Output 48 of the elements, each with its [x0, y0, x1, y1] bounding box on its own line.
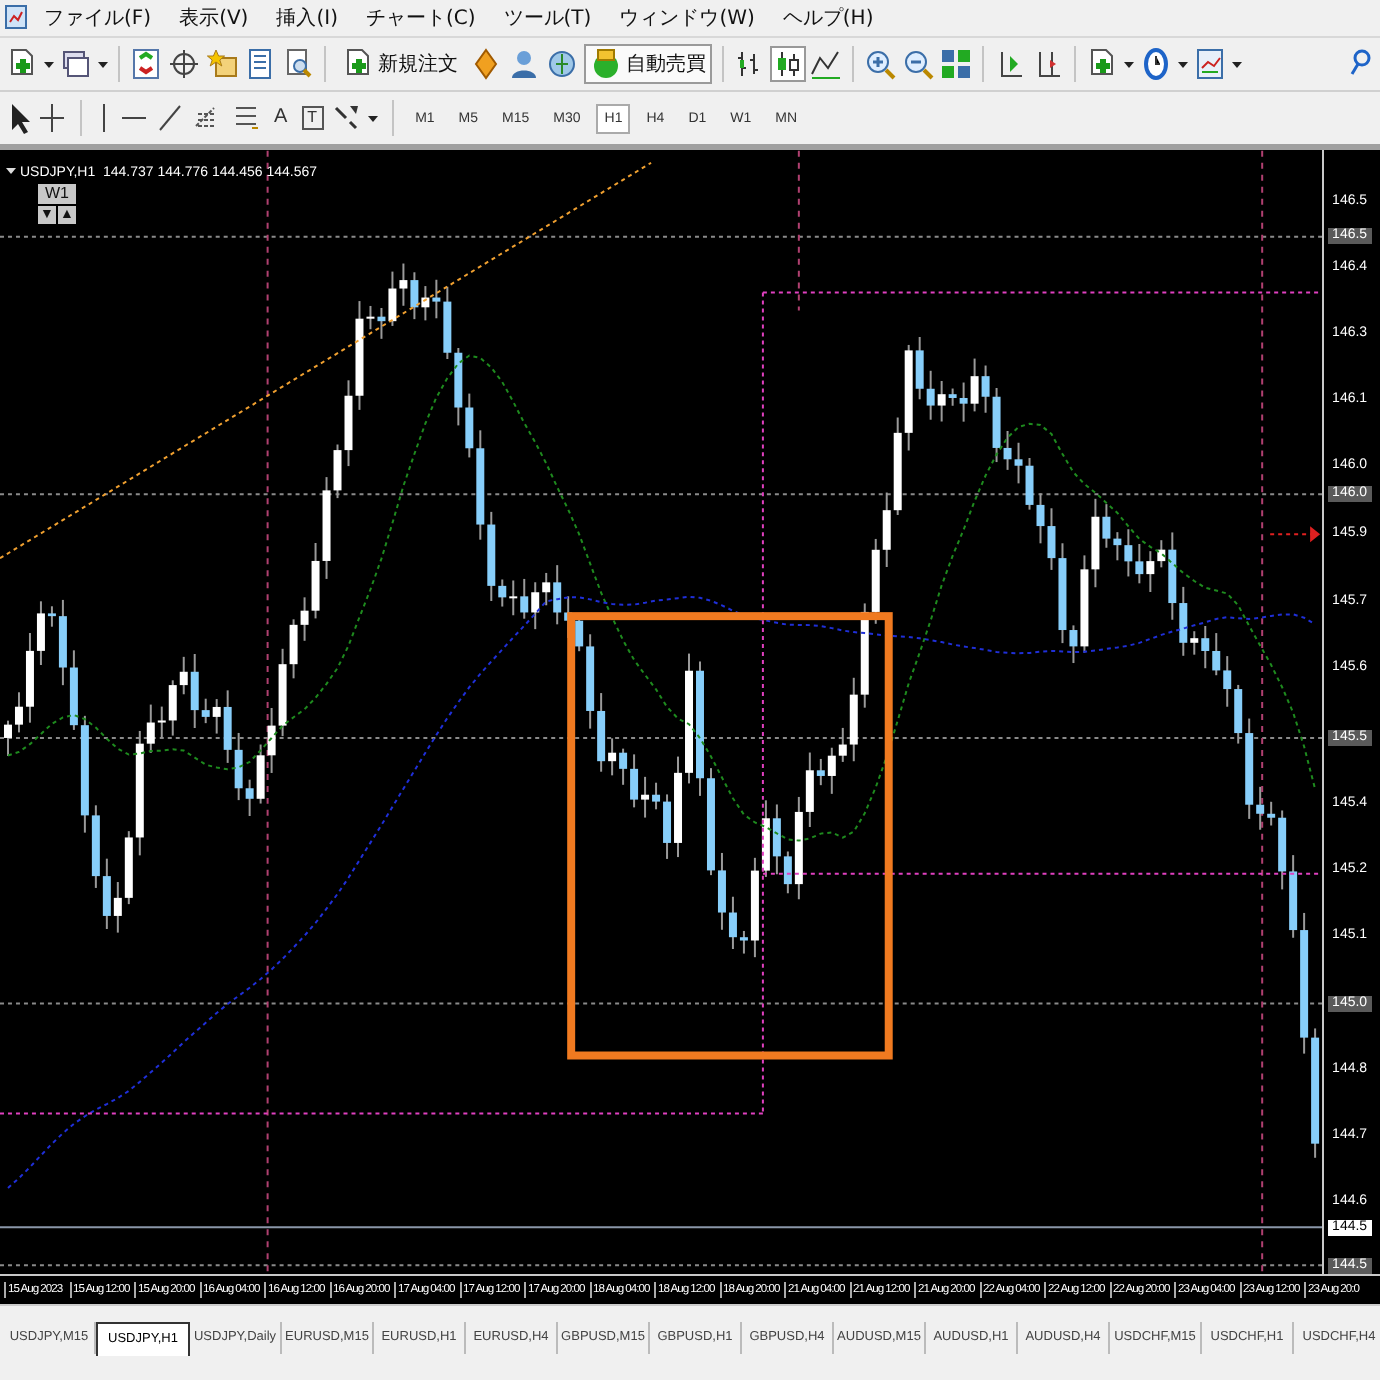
globe-icon[interactable] [546, 48, 578, 80]
price-arrow [1269, 526, 1321, 543]
menu-item[interactable]: ファイル(F) [32, 2, 164, 34]
star-folder-icon[interactable] [206, 48, 238, 80]
trend-line[interactable] [0, 161, 653, 560]
zoom-in-icon[interactable] [864, 48, 896, 80]
search-icon[interactable] [1348, 48, 1372, 80]
candle [4, 719, 12, 757]
app-icon [4, 2, 28, 34]
market-watch-icon[interactable] [130, 48, 162, 80]
document-magnifier-icon[interactable] [282, 48, 314, 80]
list-window-icon[interactable] [244, 48, 276, 80]
arrows-icon[interactable] [331, 102, 360, 134]
channel-lines-icon[interactable] [232, 102, 260, 134]
clock-icon[interactable] [1140, 48, 1172, 80]
text-tool[interactable]: A [268, 104, 294, 132]
new-chart-icon[interactable] [6, 48, 38, 80]
label-tool[interactable]: T [301, 106, 324, 130]
rectangle-outline[interactable] [567, 612, 893, 1060]
document-plus-icon[interactable] [342, 48, 374, 80]
auto-trading-button[interactable]: 自動売買 [584, 44, 712, 84]
diamond-icon[interactable] [470, 48, 502, 80]
crosshair-icon[interactable] [168, 48, 200, 80]
vertical-line[interactable] [761, 291, 764, 1115]
period-button[interactable]: W1 [38, 184, 76, 204]
menu-item[interactable]: ツール(T) [491, 2, 604, 34]
template-icon[interactable] [1194, 48, 1226, 80]
cursor-icon[interactable] [6, 102, 30, 134]
horizontal-line[interactable] [0, 1112, 764, 1115]
indicators-icon[interactable] [1086, 48, 1118, 80]
horizontal-line[interactable] [761, 291, 1323, 294]
horizontal-line[interactable] [761, 872, 1323, 875]
new-order-button[interactable]: 新規注文 [336, 44, 464, 84]
candle-chart-icon[interactable] [772, 48, 804, 80]
person-icon[interactable] [508, 48, 540, 80]
trend-line-icon[interactable] [156, 102, 184, 134]
zoom-out-icon[interactable] [902, 48, 934, 80]
menu-item[interactable]: チャート(C) [353, 2, 488, 34]
menu-item[interactable]: 挿入(I) [264, 2, 350, 34]
menu-item[interactable]: 表示(V) [167, 2, 261, 34]
profiles-icon[interactable] [60, 48, 92, 80]
menu-item[interactable]: ウィンドウ(W) [607, 2, 767, 34]
candle [696, 660, 704, 797]
crosshair-icon[interactable] [38, 102, 66, 134]
menu-item[interactable]: ヘルプ(H) [770, 2, 886, 34]
candle [685, 652, 693, 785]
line-chart-icon[interactable] [810, 48, 842, 80]
tile-windows-icon[interactable] [940, 48, 972, 80]
